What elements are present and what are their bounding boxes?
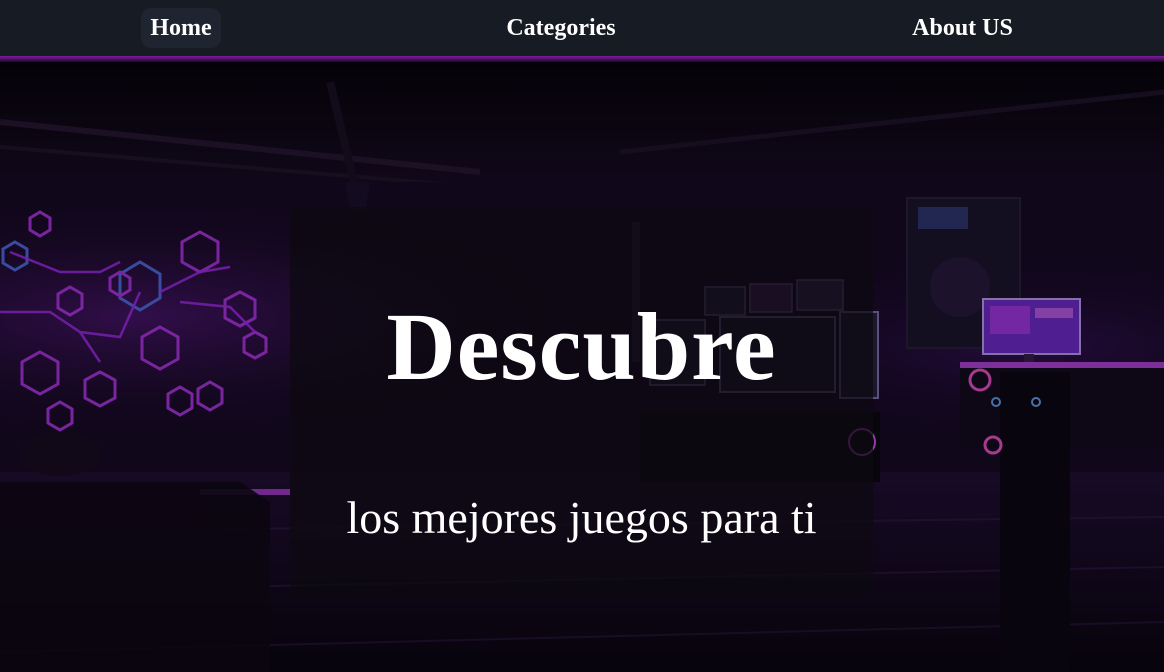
nav-home-link[interactable]: Home [141,8,221,48]
nav-about-link[interactable]: About US [890,8,1035,48]
top-navbar: Home Categories About US [0,0,1164,56]
hero-subtitle: los mejores juegos para ti [346,492,817,543]
nav-categories-link[interactable]: Categories [486,8,636,48]
landing-page: Home Categories About US Descubre los me… [0,0,1164,672]
hero-title: Descubre [386,293,777,400]
navbar-accent-line [0,56,1164,62]
hero-card: Descubre los mejores juegos para ti [290,207,873,596]
